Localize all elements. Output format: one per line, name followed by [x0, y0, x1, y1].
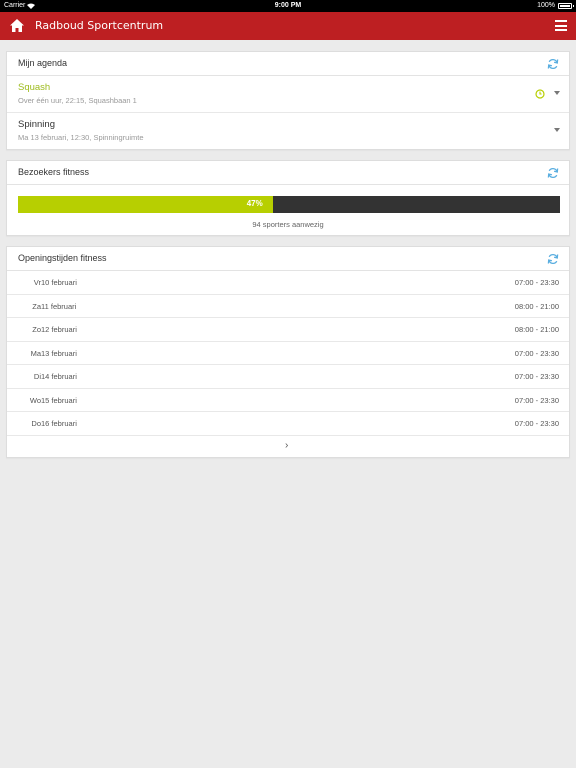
hours-day: Di — [33, 372, 41, 381]
agenda-title: Mijn agenda — [18, 58, 68, 68]
agenda-item-spinning[interactable]: Spinning Ma 13 februari, 12:30, Spinning… — [7, 113, 569, 150]
battery-label: 100% — [537, 2, 555, 9]
opening-hours-card: Openingstijden fitness Vr 10 februari 07… — [6, 246, 570, 458]
hours-date: 13 februari — [41, 348, 77, 358]
hours-row: Vr 10 februari 07:00 - 23:30 — [7, 271, 569, 295]
agenda-item-detail: Over één uur, 22:15, Squashbaan 1 — [18, 96, 137, 105]
hours-row: Za 11 februari 08:00 - 21:00 — [7, 295, 569, 318]
hours-times: 07:00 - 23:30 — [514, 348, 559, 358]
hours-day: Do — [31, 419, 41, 428]
hours-pager: › — [7, 436, 569, 456]
agenda-item-name: Spinning — [18, 119, 55, 130]
chevron-down-icon[interactable] — [554, 91, 560, 95]
refresh-icon[interactable] — [547, 167, 559, 179]
nav-bar: Radboud Sportcentrum — [0, 12, 576, 40]
refresh-icon[interactable] — [547, 58, 559, 70]
hours-day: Zo — [32, 325, 41, 334]
hours-times: 07:00 - 23:30 — [514, 419, 559, 428]
next-page-button[interactable]: › — [285, 440, 288, 451]
hours-times: 07:00 - 23:30 — [514, 278, 559, 287]
chevron-down-icon[interactable] — [554, 128, 560, 132]
hours-day: Za — [32, 301, 41, 311]
hours-times: 08:00 - 21:00 — [514, 301, 559, 311]
hours-date: 16 februari — [41, 419, 77, 428]
hours-row: Do 16 februari 07:00 - 23:30 — [7, 412, 569, 436]
hours-row: Zo 12 februari 08:00 - 21:00 — [7, 318, 569, 342]
app-title: Radboud Sportcentrum — [35, 19, 164, 32]
fitness-header: Bezoekers fitness — [7, 161, 569, 185]
agenda-item-name: Squash — [18, 82, 51, 93]
status-bar: Carrier 9:00 PM 100% — [0, 0, 576, 12]
fitness-visitors-card: Bezoekers fitness 47% 94 sporters aanwez… — [6, 160, 570, 236]
occupancy-progress-bar: 47% — [18, 196, 560, 213]
hours-row: Ma 13 februari 07:00 - 23:30 — [7, 342, 569, 365]
hours-day: Wo — [29, 395, 41, 405]
hours-header: Openingstijden fitness — [7, 247, 569, 271]
hours-row: Di 14 februari 07:00 - 23:30 — [7, 365, 569, 389]
agenda-item-squash[interactable]: Squash Over één uur, 22:15, Squashbaan 1 — [7, 76, 569, 113]
hours-date: 12 februari — [41, 325, 77, 334]
battery-icon — [558, 2, 574, 9]
battery-indicator: 100% — [537, 2, 574, 9]
hamburger-menu-icon[interactable] — [555, 20, 567, 31]
status-time: 9:00 PM — [274, 2, 302, 9]
visitors-count: 94 sporters aanwezig — [252, 220, 324, 229]
clock-icon — [535, 89, 545, 99]
hours-times: 07:00 - 23:30 — [514, 395, 559, 405]
occupancy-percent-label: 47% — [246, 199, 263, 208]
hours-day: Ma — [30, 348, 41, 358]
agenda-header: Mijn agenda — [7, 52, 569, 76]
hours-title: Openingstijden fitness — [18, 253, 107, 263]
hours-times: 08:00 - 21:00 — [514, 325, 559, 334]
fitness-title: Bezoekers fitness — [18, 167, 90, 177]
agenda-card: Mijn agenda Squash Over één uur, 22:15, … — [6, 51, 570, 150]
hours-date: 15 februari — [41, 395, 77, 405]
hours-date: 11 februari — [41, 301, 77, 311]
occupancy-progress-fill — [18, 196, 273, 213]
home-icon[interactable] — [10, 19, 24, 32]
hours-times: 07:00 - 23:30 — [514, 372, 559, 381]
hours-date: 14 februari — [41, 372, 77, 381]
agenda-item-detail: Ma 13 februari, 12:30, Spinningruimte — [18, 133, 144, 142]
hours-row: Wo 15 februari 07:00 - 23:30 — [7, 389, 569, 412]
hours-day: Vr — [33, 278, 41, 287]
refresh-icon[interactable] — [547, 253, 559, 265]
hours-date: 10 februari — [41, 278, 77, 287]
